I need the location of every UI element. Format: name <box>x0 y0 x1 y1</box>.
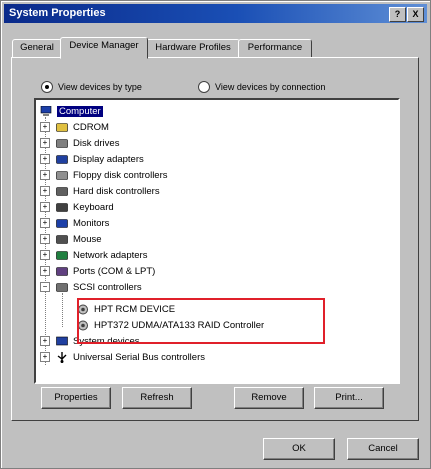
view-by-type-option[interactable]: View devices by type <box>41 81 142 93</box>
tree-item-label: Hard disk controllers <box>73 185 160 197</box>
expand-icon[interactable]: + <box>40 266 50 276</box>
properties-button[interactable]: Properties <box>41 387 111 409</box>
tab-hardware-profiles[interactable]: Hardware Profiles <box>146 39 240 58</box>
ok-button[interactable]: OK <box>263 438 335 460</box>
tree-item-label: Disk drives <box>73 137 120 149</box>
tree-item-label: Floppy disk controllers <box>73 169 168 181</box>
tree-item-scsi-controllers[interactable]: − SCSI controllers <box>40 279 142 295</box>
tree-item-label: Universal Serial Bus controllers <box>73 351 205 363</box>
expand-icon[interactable]: + <box>40 138 50 148</box>
tree-item-label: Network adapters <box>73 249 148 261</box>
print-button[interactable]: Print... <box>314 387 384 409</box>
monitor-icon <box>56 218 68 229</box>
computer-icon <box>40 105 52 117</box>
tree-root-label: Computer <box>57 105 103 117</box>
expand-icon[interactable]: + <box>40 234 50 244</box>
tree-item-monitors[interactable]: + Monitors <box>40 215 109 231</box>
port-icon <box>56 266 68 277</box>
expand-icon[interactable]: + <box>40 336 50 346</box>
network-adapter-icon <box>56 250 68 261</box>
tree-connector-scsi <box>62 293 63 327</box>
view-by-connection-label: View devices by connection <box>215 82 326 92</box>
floppy-controller-icon <box>56 170 68 181</box>
expand-icon[interactable]: + <box>40 186 50 196</box>
expand-icon[interactable]: + <box>40 218 50 228</box>
tree-item-ports-com-lpt[interactable]: + Ports (COM & LPT) <box>40 263 155 279</box>
view-by-type-label: View devices by type <box>58 82 142 92</box>
help-button[interactable]: ? <box>389 7 406 22</box>
tree-item-floppy-disk-controllers[interactable]: + Floppy disk controllers <box>40 167 168 183</box>
usb-icon <box>56 351 68 363</box>
system-properties-window: System Properties ? X General Device Man… <box>0 0 431 469</box>
system-devices-icon <box>56 336 68 347</box>
tree-item-display-adapters[interactable]: + Display adapters <box>40 151 144 167</box>
tree-item-mouse[interactable]: + Mouse <box>40 231 102 247</box>
window-title: System Properties <box>9 7 106 19</box>
radio-unselected[interactable] <box>198 81 210 93</box>
expand-icon[interactable]: + <box>40 250 50 260</box>
tree-item-label: Ports (COM & LPT) <box>73 265 156 277</box>
tree-item-cdrom[interactable]: + CDROM <box>40 119 109 135</box>
tab-device-manager[interactable]: Device Manager <box>60 37 148 59</box>
tree-item-label: Keyboard <box>73 201 114 213</box>
display-adapter-icon <box>56 154 68 165</box>
tree-item-network-adapters[interactable]: + Network adapters <box>40 247 147 263</box>
scsi-controller-icon <box>56 282 68 293</box>
tab-general[interactable]: General <box>12 39 62 58</box>
tree-root[interactable]: Computer <box>40 103 103 119</box>
expand-icon[interactable]: + <box>40 170 50 180</box>
keyboard-icon <box>56 202 68 213</box>
tree-item-keyboard[interactable]: + Keyboard <box>40 199 114 215</box>
expand-icon[interactable]: + <box>40 202 50 212</box>
tree-item-disk-drives[interactable]: + Disk drives <box>40 135 119 151</box>
radio-selected[interactable] <box>41 81 53 93</box>
tab-performance[interactable]: Performance <box>238 39 312 58</box>
refresh-button[interactable]: Refresh <box>122 387 192 409</box>
tree-item-label: Monitors <box>73 217 110 229</box>
close-button[interactable]: X <box>407 7 424 22</box>
expand-icon[interactable]: + <box>40 154 50 164</box>
cancel-button[interactable]: Cancel <box>347 438 419 460</box>
title-bar: System Properties ? X <box>4 4 427 23</box>
mouse-icon <box>56 234 68 245</box>
remove-button[interactable]: Remove <box>234 387 304 409</box>
tree-item-label: SCSI controllers <box>73 281 142 293</box>
tree-item-label: Display adapters <box>73 153 144 165</box>
tree-item-label: Mouse <box>73 233 102 245</box>
highlight-box <box>77 298 325 344</box>
expand-icon[interactable]: + <box>40 352 50 362</box>
disk-drive-icon <box>56 138 68 149</box>
collapse-icon[interactable]: − <box>40 282 50 292</box>
tree-item-label: CDROM <box>73 121 109 133</box>
tree-item-hard-disk-controllers[interactable]: + Hard disk controllers <box>40 183 160 199</box>
view-by-connection-option[interactable]: View devices by connection <box>198 81 325 93</box>
expand-icon[interactable]: + <box>40 122 50 132</box>
hard-disk-controller-icon <box>56 186 68 197</box>
cdrom-icon <box>56 122 68 133</box>
tree-item-usb[interactable]: + Universal Serial Bus controllers <box>40 349 205 365</box>
